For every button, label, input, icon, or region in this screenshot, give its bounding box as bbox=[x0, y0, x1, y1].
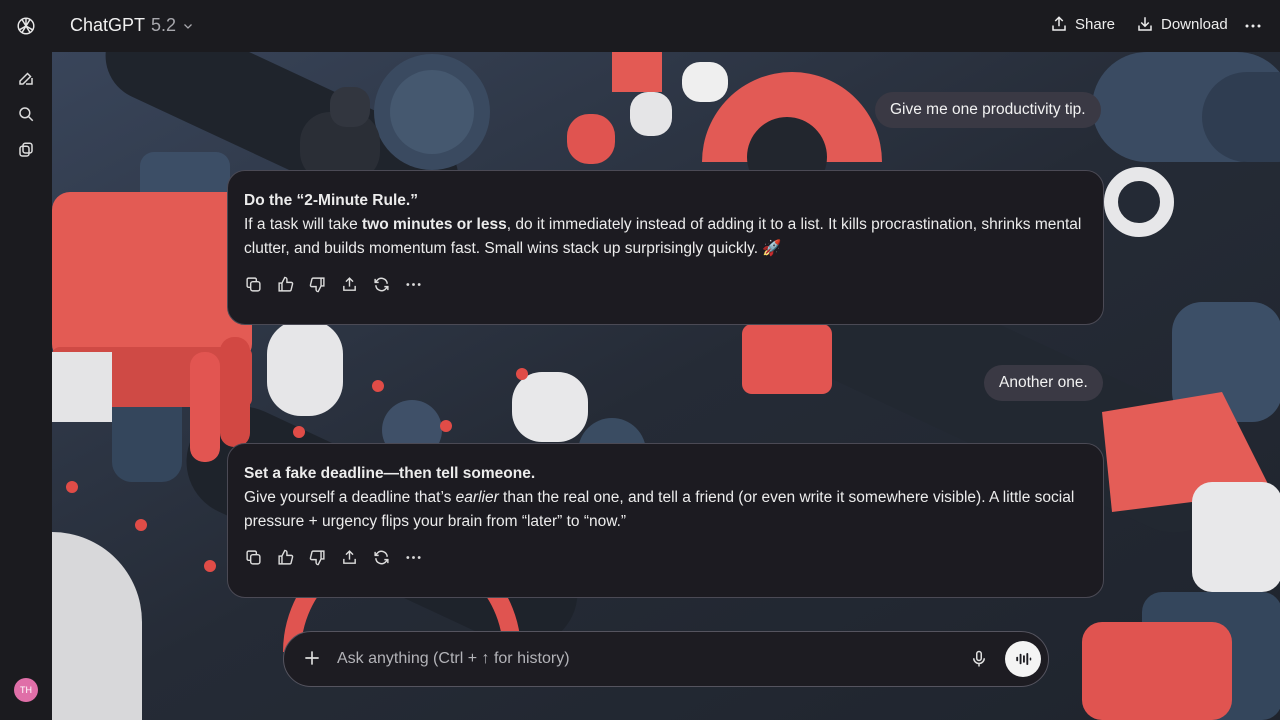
new-chat-icon[interactable] bbox=[14, 66, 38, 90]
thumbs-up-button[interactable] bbox=[274, 273, 296, 295]
body-bold-text: two minutes or less bbox=[362, 216, 507, 233]
assistant-message: Do the “2-Minute Rule.” If a task will t… bbox=[227, 170, 1104, 325]
refresh-icon bbox=[373, 277, 389, 291]
user-message-text: Another one. bbox=[999, 374, 1088, 391]
thumbs-up-button[interactable] bbox=[274, 546, 296, 568]
assistant-message-title: Do the “2-Minute Rule.” bbox=[244, 192, 418, 209]
search-icon[interactable] bbox=[14, 102, 38, 126]
more-horizontal-icon bbox=[405, 282, 421, 286]
thumbs-up-icon bbox=[277, 276, 293, 292]
user-message: Give me one productivity tip. bbox=[875, 92, 1101, 128]
message-actions bbox=[242, 273, 1087, 295]
refresh-icon bbox=[373, 550, 389, 564]
avatar[interactable]: TH bbox=[14, 678, 38, 702]
share-icon bbox=[342, 549, 356, 564]
model-name: ChatGPT bbox=[70, 15, 146, 35]
share-message-button[interactable] bbox=[338, 546, 360, 568]
attach-button[interactable] bbox=[302, 648, 322, 673]
thumbs-up-icon bbox=[277, 549, 293, 565]
more-actions-button[interactable] bbox=[402, 546, 424, 568]
thumbs-down-icon bbox=[309, 549, 325, 565]
more-actions-button[interactable] bbox=[402, 273, 424, 295]
share-message-button[interactable] bbox=[338, 273, 360, 295]
assistant-message-body: If a task will take two minutes or less,… bbox=[244, 213, 1087, 261]
voice-waveform-icon bbox=[1016, 653, 1032, 665]
share-icon bbox=[1052, 16, 1066, 31]
openai-logo-icon[interactable] bbox=[14, 14, 38, 38]
dictate-button[interactable] bbox=[970, 649, 988, 674]
more-options-button[interactable] bbox=[1244, 17, 1262, 35]
copy-icon bbox=[245, 276, 261, 292]
library-icon[interactable] bbox=[14, 138, 38, 162]
more-horizontal-icon bbox=[1245, 24, 1261, 28]
copy-icon bbox=[245, 549, 261, 565]
body-italic-text: earlier bbox=[455, 489, 499, 506]
thumbs-down-button[interactable] bbox=[306, 546, 328, 568]
top-bar: ChatGPT 5.2 Share Download bbox=[52, 0, 1280, 52]
plus-icon bbox=[305, 651, 319, 665]
download-label: Download bbox=[1161, 15, 1228, 33]
copy-button[interactable] bbox=[242, 546, 264, 568]
user-message-text: Give me one productivity tip. bbox=[890, 101, 1086, 118]
message-input[interactable]: Ask anything (Ctrl + ↑ for history) bbox=[337, 650, 570, 668]
thumbs-down-icon bbox=[309, 276, 325, 292]
chevron-down-icon bbox=[184, 23, 193, 29]
microphone-icon bbox=[973, 650, 985, 667]
voice-mode-button[interactable] bbox=[1005, 641, 1041, 677]
assistant-message-body: Give yourself a deadline that’s earlier … bbox=[244, 486, 1087, 534]
message-composer[interactable]: Ask anything (Ctrl + ↑ for history) bbox=[283, 631, 1049, 687]
body-text: If a task will take bbox=[244, 216, 363, 233]
message-actions bbox=[242, 546, 1087, 568]
user-message: Another one. bbox=[984, 365, 1103, 401]
share-button[interactable]: Share bbox=[1050, 15, 1115, 33]
model-selector[interactable]: ChatGPT 5.2 bbox=[70, 15, 194, 36]
body-text: Give yourself a deadline that’s bbox=[244, 489, 456, 506]
copy-button[interactable] bbox=[242, 273, 264, 295]
assistant-message: Set a fake deadline—then tell someone. G… bbox=[227, 443, 1104, 598]
assistant-message-title: Set a fake deadline—then tell someone. bbox=[244, 465, 536, 482]
download-button[interactable]: Download bbox=[1136, 15, 1228, 33]
regenerate-button[interactable] bbox=[370, 546, 392, 568]
download-icon bbox=[1138, 17, 1152, 31]
sidebar-rail: TH bbox=[0, 0, 53, 720]
more-horizontal-icon bbox=[405, 555, 421, 559]
model-version: 5.2 bbox=[151, 15, 177, 35]
regenerate-button[interactable] bbox=[370, 273, 392, 295]
thumbs-down-button[interactable] bbox=[306, 273, 328, 295]
share-icon bbox=[342, 276, 356, 291]
share-label: Share bbox=[1075, 15, 1116, 33]
